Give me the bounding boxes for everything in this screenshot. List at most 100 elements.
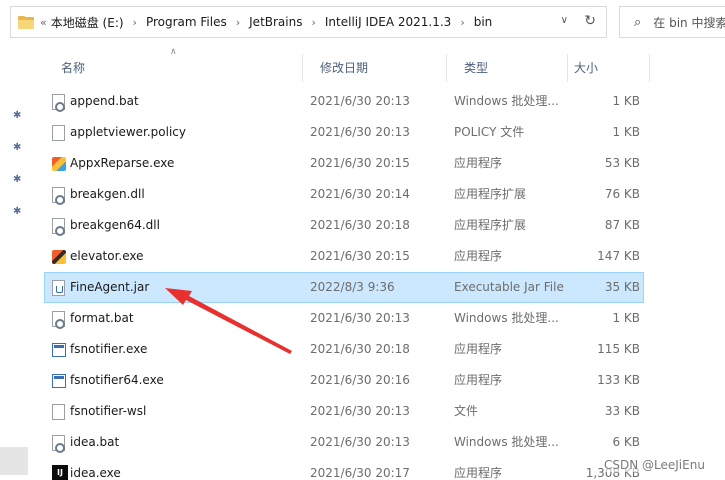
file-row[interactable]: AppxReparse.exe 2021/6/30 20:15 应用程序 53 … — [44, 148, 644, 179]
bat-file-icon — [52, 435, 65, 453]
address-bar-area: « 本地磁盘 (E:) › Program Files › JetBrains … — [0, 0, 725, 44]
file-name: fsnotifier64.exe — [70, 373, 164, 387]
navigation-pane: ✱ ✱ ✱ ✱ — [0, 44, 30, 480]
bat-file-icon — [52, 94, 65, 112]
file-name: AppxReparse.exe — [70, 156, 175, 170]
pin-icon[interactable]: ✱ — [13, 206, 23, 217]
exe-window-icon — [52, 343, 66, 357]
nav-selected-item[interactable] — [0, 447, 28, 475]
document-icon — [52, 404, 65, 420]
file-row[interactable]: elevator.exe 2021/6/30 20:15 应用程序 147 KB — [44, 241, 644, 272]
file-row[interactable]: format.bat 2021/6/30 20:13 Windows 批处理..… — [44, 303, 644, 334]
file-name: FineAgent.jar — [70, 280, 150, 294]
file-date: 2021/6/30 20:16 — [310, 373, 410, 387]
file-size: 133 KB — [597, 373, 640, 387]
file-size: 87 KB — [604, 218, 640, 232]
file-date: 2021/6/30 20:13 — [310, 125, 410, 139]
file-size: 1 KB — [612, 125, 640, 139]
chevron-right-icon[interactable]: › — [311, 16, 315, 29]
elevator-exe-icon — [52, 250, 66, 264]
file-name: idea.bat — [70, 435, 120, 449]
file-date: 2022/8/3 9:36 — [310, 280, 395, 294]
file-name: append.bat — [70, 94, 139, 108]
column-header-name-label: 名称 — [61, 61, 86, 75]
file-list: append.bat 2021/6/30 20:13 Windows 批处理..… — [44, 86, 644, 480]
breadcrumb-program-files[interactable]: Program Files — [146, 15, 227, 29]
file-row[interactable]: IJ idea.exe 2021/6/30 20:17 应用程序 1,308 K… — [44, 458, 644, 480]
breadcrumb-intellij[interactable]: IntelliJ IDEA 2021.1.3 — [325, 15, 451, 29]
file-size: 115 KB — [597, 342, 640, 356]
breadcrumb-jetbrains[interactable]: JetBrains — [249, 15, 302, 29]
breadcrumb-drive[interactable]: 本地磁盘 (E:) — [51, 14, 124, 31]
folder-icon — [18, 15, 34, 29]
refresh-icon[interactable]: ↻ — [584, 13, 596, 29]
column-header-type-label: 类型 — [464, 61, 489, 75]
file-name: elevator.exe — [70, 249, 144, 263]
file-size: 6 KB — [612, 435, 640, 449]
chevron-right-icon[interactable]: › — [236, 16, 240, 29]
search-icon: ⌕ — [634, 14, 642, 30]
file-name: idea.exe — [70, 466, 121, 480]
file-date: 2021/6/30 20:18 — [310, 218, 410, 232]
file-name: breakgen64.dll — [70, 218, 160, 232]
search-placeholder: 在 bin 中搜索 — [653, 15, 725, 30]
document-icon — [52, 125, 65, 141]
file-row[interactable]: breakgen.dll 2021/6/30 20:14 应用程序扩展 76 K… — [44, 179, 644, 210]
file-row[interactable]: fsnotifier-wsl 2021/6/30 20:13 文件 33 KB — [44, 396, 644, 427]
column-header-row: ∧ 名称 修改日期 类型 大小 — [44, 47, 650, 82]
pin-icon[interactable]: ✱ — [13, 174, 23, 185]
file-size: 1 KB — [612, 311, 640, 325]
file-row[interactable]: breakgen64.dll 2021/6/30 20:18 应用程序扩展 87… — [44, 210, 644, 241]
exe-window-icon — [52, 374, 66, 388]
search-box[interactable]: ⌕ 在 bin 中搜索 — [619, 6, 725, 38]
file-row[interactable]: appletviewer.policy 2021/6/30 20:13 POLI… — [44, 117, 644, 148]
file-name: breakgen.dll — [70, 187, 145, 201]
file-row[interactable]: fsnotifier64.exe 2021/6/30 20:16 应用程序 13… — [44, 365, 644, 396]
file-row[interactable]: fsnotifier.exe 2021/6/30 20:18 应用程序 115 … — [44, 334, 644, 365]
chevron-right-icon[interactable]: › — [133, 16, 137, 29]
file-row[interactable]: append.bat 2021/6/30 20:13 Windows 批处理..… — [44, 86, 644, 117]
file-date: 2021/6/30 20:17 — [310, 466, 410, 480]
file-size: 35 KB — [604, 280, 640, 294]
file-name: appletviewer.policy — [70, 125, 186, 139]
file-date: 2021/6/30 20:13 — [310, 311, 410, 325]
file-date: 2021/6/30 20:18 — [310, 342, 410, 356]
column-header-date[interactable]: 修改日期 — [302, 54, 446, 82]
pin-icon[interactable]: ✱ — [13, 110, 23, 121]
column-header-size-label: 大小 — [574, 61, 599, 75]
file-date: 2021/6/30 20:14 — [310, 187, 410, 201]
watermark: CSDN @LeeJiEnu — [604, 458, 705, 472]
file-size: 33 KB — [604, 404, 640, 418]
file-name: fsnotifier-wsl — [70, 404, 147, 418]
file-row[interactable]: idea.bat 2021/6/30 20:13 Windows 批处理... … — [44, 427, 644, 458]
file-size: 76 KB — [604, 187, 640, 201]
bat-file-icon — [52, 311, 65, 329]
pin-icon[interactable]: ✱ — [13, 142, 23, 153]
column-header-size[interactable]: 大小 — [567, 54, 650, 82]
jar-file-icon — [52, 280, 65, 296]
file-date: 2021/6/30 20:15 — [310, 156, 410, 170]
file-row-selected[interactable]: FineAgent.jar 2022/8/3 9:36 Executable J… — [44, 272, 644, 303]
chevron-right-icon[interactable]: › — [460, 16, 464, 29]
address-bar[interactable]: « 本地磁盘 (E:) › Program Files › JetBrains … — [10, 6, 607, 38]
appx-exe-icon — [52, 157, 66, 171]
file-size: 1 KB — [612, 94, 640, 108]
column-header-type[interactable]: 类型 — [446, 54, 567, 82]
breadcrumb-bin[interactable]: bin — [474, 15, 493, 29]
breadcrumb-overflow[interactable]: « — [40, 16, 47, 29]
file-date: 2021/6/30 20:13 — [310, 435, 410, 449]
dll-file-icon — [52, 187, 65, 205]
file-size: 147 KB — [597, 249, 640, 263]
sort-ascending-icon: ∧ — [170, 47, 177, 57]
file-date: 2021/6/30 20:15 — [310, 249, 410, 263]
file-name: format.bat — [70, 311, 134, 325]
column-header-name[interactable]: ∧ 名称 — [44, 47, 302, 82]
file-size: 53 KB — [604, 156, 640, 170]
intellij-icon: IJ — [52, 465, 68, 480]
file-date: 2021/6/30 20:13 — [310, 404, 410, 418]
file-name: fsnotifier.exe — [70, 342, 148, 356]
breadcrumb: « 本地磁盘 (E:) › Program Files › JetBrains … — [40, 14, 492, 31]
chevron-down-icon[interactable]: ∨ — [561, 15, 568, 26]
file-date: 2021/6/30 20:13 — [310, 94, 410, 108]
column-header-date-label: 修改日期 — [320, 61, 369, 75]
